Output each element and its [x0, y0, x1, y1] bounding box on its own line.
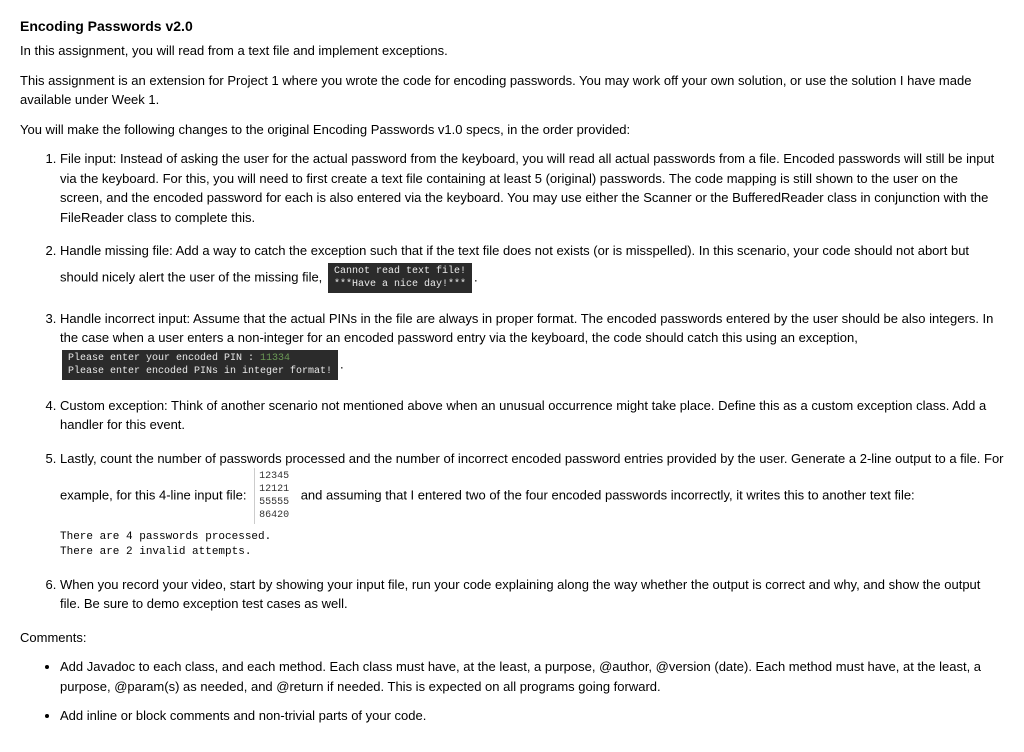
- step-3-code-line1b: 11334: [260, 353, 290, 364]
- step-3-period: .: [340, 356, 344, 371]
- intro-paragraph-3: You will make the following changes to t…: [20, 120, 1004, 140]
- step-3-code-line2: Please enter encoded PINs in integer for…: [68, 366, 332, 377]
- step-4: Custom exception: Think of another scena…: [60, 396, 1004, 435]
- comment-2: Add inline or block comments and non-tri…: [60, 706, 1004, 726]
- page-title: Encoding Passwords v2.0: [20, 16, 1004, 37]
- step-2-text: Handle missing file: Add a way to catch …: [60, 243, 969, 284]
- comment-1: Add Javadoc to each class, and each meth…: [60, 657, 1004, 696]
- step-2: Handle missing file: Add a way to catch …: [60, 241, 1004, 295]
- step-3: Handle incorrect input: Assume that the …: [60, 309, 1004, 382]
- intro-paragraph-1: In this assignment, you will read from a…: [20, 41, 1004, 61]
- step-6: When you record your video, start by sho…: [60, 575, 1004, 614]
- step-5-input-file: 12345 12121 55555 86420: [254, 468, 293, 524]
- step-3-code-line1a: Please enter your encoded PIN :: [68, 353, 260, 364]
- step-3-code-block: Please enter your encoded PIN : 11334 Pl…: [62, 350, 338, 380]
- steps-list: File input: Instead of asking the user f…: [20, 149, 1004, 614]
- comments-heading: Comments:: [20, 628, 1004, 648]
- step-5-output-file: There are 4 passwords processed. There a…: [60, 530, 1004, 561]
- intro-paragraph-2: This assignment is an extension for Proj…: [20, 71, 1004, 110]
- step-2-code-line2: ***Have a nice day!***: [334, 279, 466, 290]
- step-2-period: .: [474, 269, 478, 284]
- step-2-code-line1: Cannot read text file!: [334, 266, 466, 277]
- step-1: File input: Instead of asking the user f…: [60, 149, 1004, 227]
- comments-list: Add Javadoc to each class, and each meth…: [20, 657, 1004, 726]
- step-3-text: Handle incorrect input: Assume that the …: [60, 311, 993, 346]
- step-5-text-b: and assuming that I entered two of the f…: [301, 487, 915, 502]
- step-5: Lastly, count the number of passwords pr…: [60, 449, 1004, 561]
- step-2-code-block: Cannot read text file! ***Have a nice da…: [328, 263, 472, 293]
